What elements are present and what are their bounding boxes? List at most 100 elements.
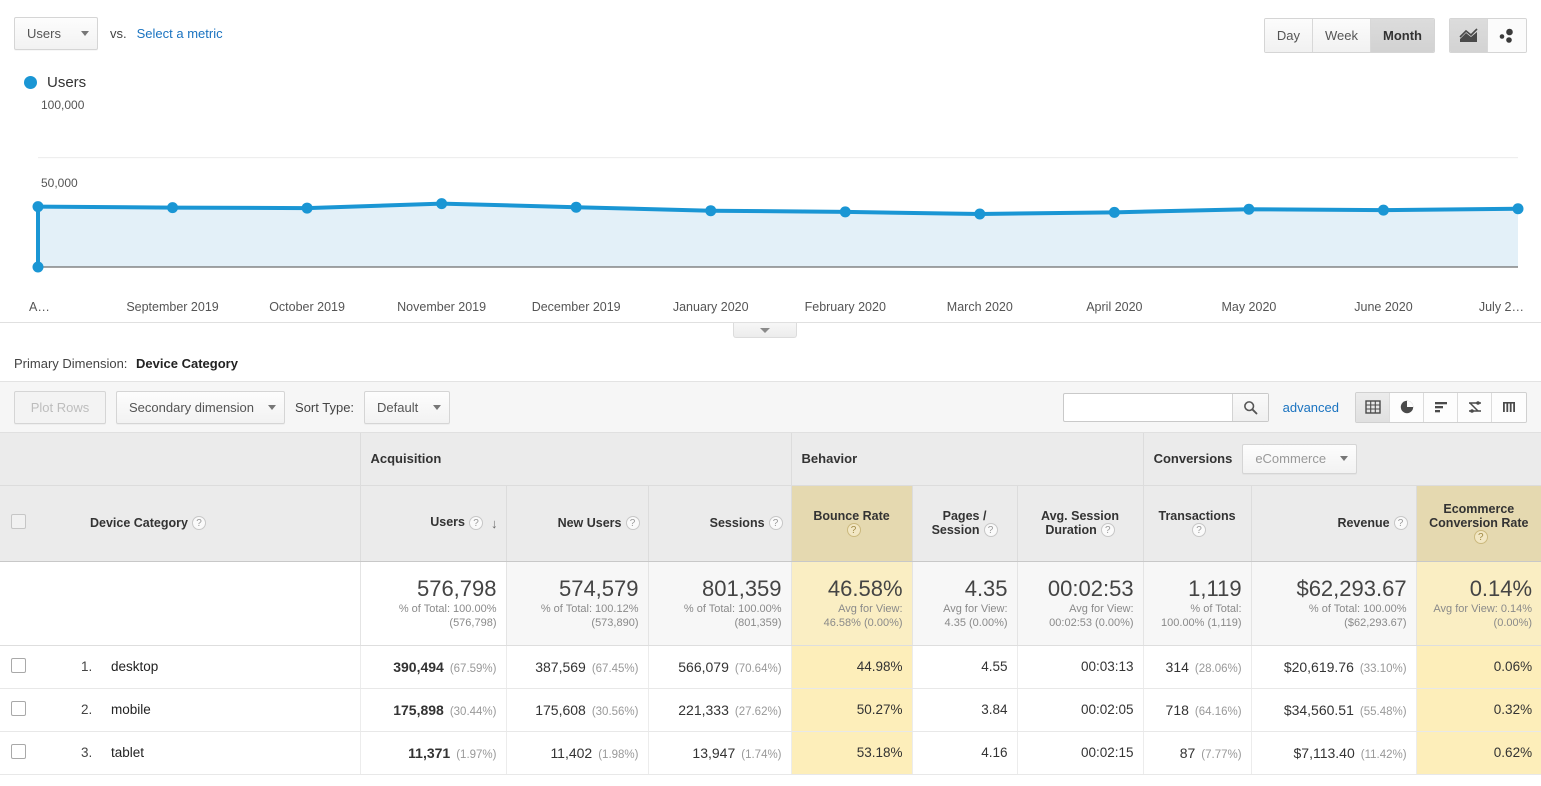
table-view-icon[interactable] xyxy=(1356,392,1390,422)
help-icon[interactable]: ? xyxy=(1192,523,1207,538)
help-icon[interactable]: ? xyxy=(191,516,206,531)
help-icon[interactable]: ? xyxy=(768,516,783,531)
cell-revenue-value: $7,113.40 xyxy=(1293,744,1355,761)
sort-type-label: Sort Type: xyxy=(295,399,355,415)
table-summary-row: 576,798 % of Total: 100.00% (576,798) 57… xyxy=(0,561,1541,646)
cell-transactions: 87 (7.77%) xyxy=(1142,731,1252,775)
row-checkbox[interactable] xyxy=(10,657,26,673)
row-checkbox-cell xyxy=(0,688,36,732)
cell-pages-session: 3.84 xyxy=(911,688,1018,732)
column-header-users[interactable]: Users? ↓ xyxy=(359,485,506,562)
advanced-filter-link[interactable]: advanced xyxy=(1283,400,1339,415)
cell-users: 11,371 (1.97%) xyxy=(359,731,506,775)
collapse-chart-toggle[interactable] xyxy=(733,323,797,338)
column-header-device-category[interactable]: Device Category? xyxy=(36,485,360,562)
conversions-goal-dropdown[interactable]: eCommerce xyxy=(1242,443,1358,474)
secondary-dimension-dropdown[interactable]: Secondary dimension xyxy=(116,390,286,424)
table-row[interactable]: 1. desktop 390,494 (67.59%) 387,569 (67.45… xyxy=(0,645,1541,689)
summary-new-users: 574,579 % of Total: 100.12% (573,890) xyxy=(505,561,648,646)
column-header-transactions[interactable]: Transactions? xyxy=(1142,485,1252,562)
cell-new-users: 175,608 (30.56%) xyxy=(505,688,648,732)
chart-type-group xyxy=(1449,18,1527,53)
summary-transactions: 1,119 % of Total: 100.00% (1,119) xyxy=(1142,561,1252,646)
help-icon[interactable]: ? xyxy=(1393,516,1408,531)
primary-dimension-value[interactable]: Device Category xyxy=(136,356,238,371)
primary-dimension-row: Primary Dimension: Device Category xyxy=(0,342,1541,381)
cell-new-users-value: 387,569 xyxy=(535,658,586,675)
help-icon[interactable]: ? xyxy=(1100,523,1115,538)
cell-users-value: 390,494 xyxy=(393,658,444,675)
column-header-sessions[interactable]: Sessions? xyxy=(647,485,792,562)
column-header-sessions-label: Sessions xyxy=(709,515,765,530)
table-row[interactable]: 3. tablet 11,371 (1.97%) 11,402 (1.98%) 13… xyxy=(0,731,1541,775)
pie-chart-view-icon[interactable] xyxy=(1390,392,1424,422)
search-input[interactable] xyxy=(1063,393,1232,421)
y-axis-tick-100000: 100,000 xyxy=(38,97,88,113)
summary-transactions-sub: % of Total: 100.00% (1,119) xyxy=(1161,602,1242,629)
help-icon[interactable]: ? xyxy=(625,516,640,531)
help-icon[interactable]: ? xyxy=(1473,530,1488,545)
help-icon[interactable]: ? xyxy=(469,516,483,531)
row-dimension-name[interactable]: desktop xyxy=(111,659,158,674)
cell-bounce-rate: 44.98% xyxy=(790,645,913,689)
metric-dropdown-users[interactable]: Users xyxy=(14,17,98,50)
row-rank: 1. xyxy=(81,659,93,674)
select-all-checkbox[interactable] xyxy=(10,514,26,529)
column-header-ecommerce-conversion-rate[interactable]: Ecommerce Conversion Rate? xyxy=(1415,485,1541,562)
row-checkbox[interactable] xyxy=(10,700,26,716)
granularity-day[interactable]: Day xyxy=(1264,19,1314,52)
help-icon[interactable]: ? xyxy=(983,523,998,538)
motion-chart-icon[interactable] xyxy=(1488,19,1526,52)
cell-new-users-pct: (1.98%) xyxy=(598,748,639,761)
column-header-pages-session[interactable]: Pages / Session? xyxy=(911,485,1018,562)
row-dimension-cell: 2. mobile xyxy=(36,688,360,732)
cell-revenue: $34,560.51 (55.48%) xyxy=(1250,688,1417,732)
summary-bounce-rate-value: 46.58% xyxy=(827,575,903,601)
group-acquisition: Acquisition xyxy=(359,433,792,486)
cell-new-users: 11,402 (1.98%) xyxy=(505,731,648,775)
cell-pages-session: 4.55 xyxy=(911,645,1018,689)
summary-sessions-value: 801,359 xyxy=(702,575,782,601)
column-header-device-category-label: Device Category xyxy=(90,515,188,530)
cell-sessions: 13,947 (1.74%) xyxy=(647,731,792,775)
row-checkbox[interactable] xyxy=(10,743,26,759)
select-a-metric-link[interactable]: Select a metric xyxy=(137,26,223,41)
cell-bounce-rate: 53.18% xyxy=(790,731,913,775)
summary-users-sub: % of Total: 100.00% (576,798) xyxy=(398,602,497,629)
conversions-goal-value: eCommerce xyxy=(1255,451,1327,467)
cell-avg-session-duration: 00:02:15 xyxy=(1016,731,1144,775)
sort-type-dropdown[interactable]: Default xyxy=(364,390,451,424)
comparison-view-icon[interactable] xyxy=(1458,392,1492,422)
chart-legend: Users xyxy=(0,68,1541,95)
summary-ecommerce-conversion-rate: 0.14% Avg for View: 0.14% (0.00%) xyxy=(1415,561,1541,646)
x-axis-tick-label: January 2020 xyxy=(672,300,749,314)
x-axis-tick-label: A… xyxy=(29,300,50,314)
column-header-avg-session-duration[interactable]: Avg. Session Duration? xyxy=(1016,485,1144,562)
column-header-new-users[interactable]: New Users? xyxy=(505,485,648,562)
cell-pages-session: 4.16 xyxy=(911,731,1018,775)
search-button[interactable] xyxy=(1231,393,1268,421)
column-header-revenue-label: Revenue xyxy=(1337,515,1390,530)
cell-transactions-pct: (28.06%) xyxy=(1194,662,1242,675)
column-header-bounce-rate[interactable]: Bounce Rate? xyxy=(790,485,913,562)
table-toolbar: Plot Rows Secondary dimension Sort Type:… xyxy=(0,381,1541,433)
cell-transactions-pct: (64.16%) xyxy=(1194,705,1242,718)
row-dimension-cell: 1. desktop xyxy=(36,645,360,689)
line-chart-icon[interactable] xyxy=(1450,19,1488,52)
row-checkbox-cell xyxy=(0,645,36,689)
summary-revenue-sub: % of Total: 100.00% ($62,293.67) xyxy=(1308,602,1407,629)
pivot-view-icon[interactable] xyxy=(1492,392,1526,422)
help-icon[interactable]: ? xyxy=(846,523,861,538)
granularity-month[interactable]: Month xyxy=(1371,19,1434,52)
bar-chart-view-icon[interactable] xyxy=(1424,392,1458,422)
plot-rows-button[interactable]: Plot Rows xyxy=(14,390,106,424)
table-row[interactable]: 2. mobile 175,898 (30.44%) 175,608 (30.56%… xyxy=(0,688,1541,732)
row-dimension-name[interactable]: tablet xyxy=(111,745,144,760)
users-over-time-chart[interactable]: 100,000 50,000 xyxy=(14,95,1527,300)
cell-new-users-pct: (67.45%) xyxy=(591,662,639,675)
column-header-transactions-label: Transactions xyxy=(1158,508,1236,523)
granularity-week[interactable]: Week xyxy=(1313,19,1372,52)
column-header-revenue[interactable]: Revenue? xyxy=(1250,485,1417,562)
row-dimension-name[interactable]: mobile xyxy=(111,702,151,717)
cell-transactions-value: 87 xyxy=(1179,744,1196,761)
